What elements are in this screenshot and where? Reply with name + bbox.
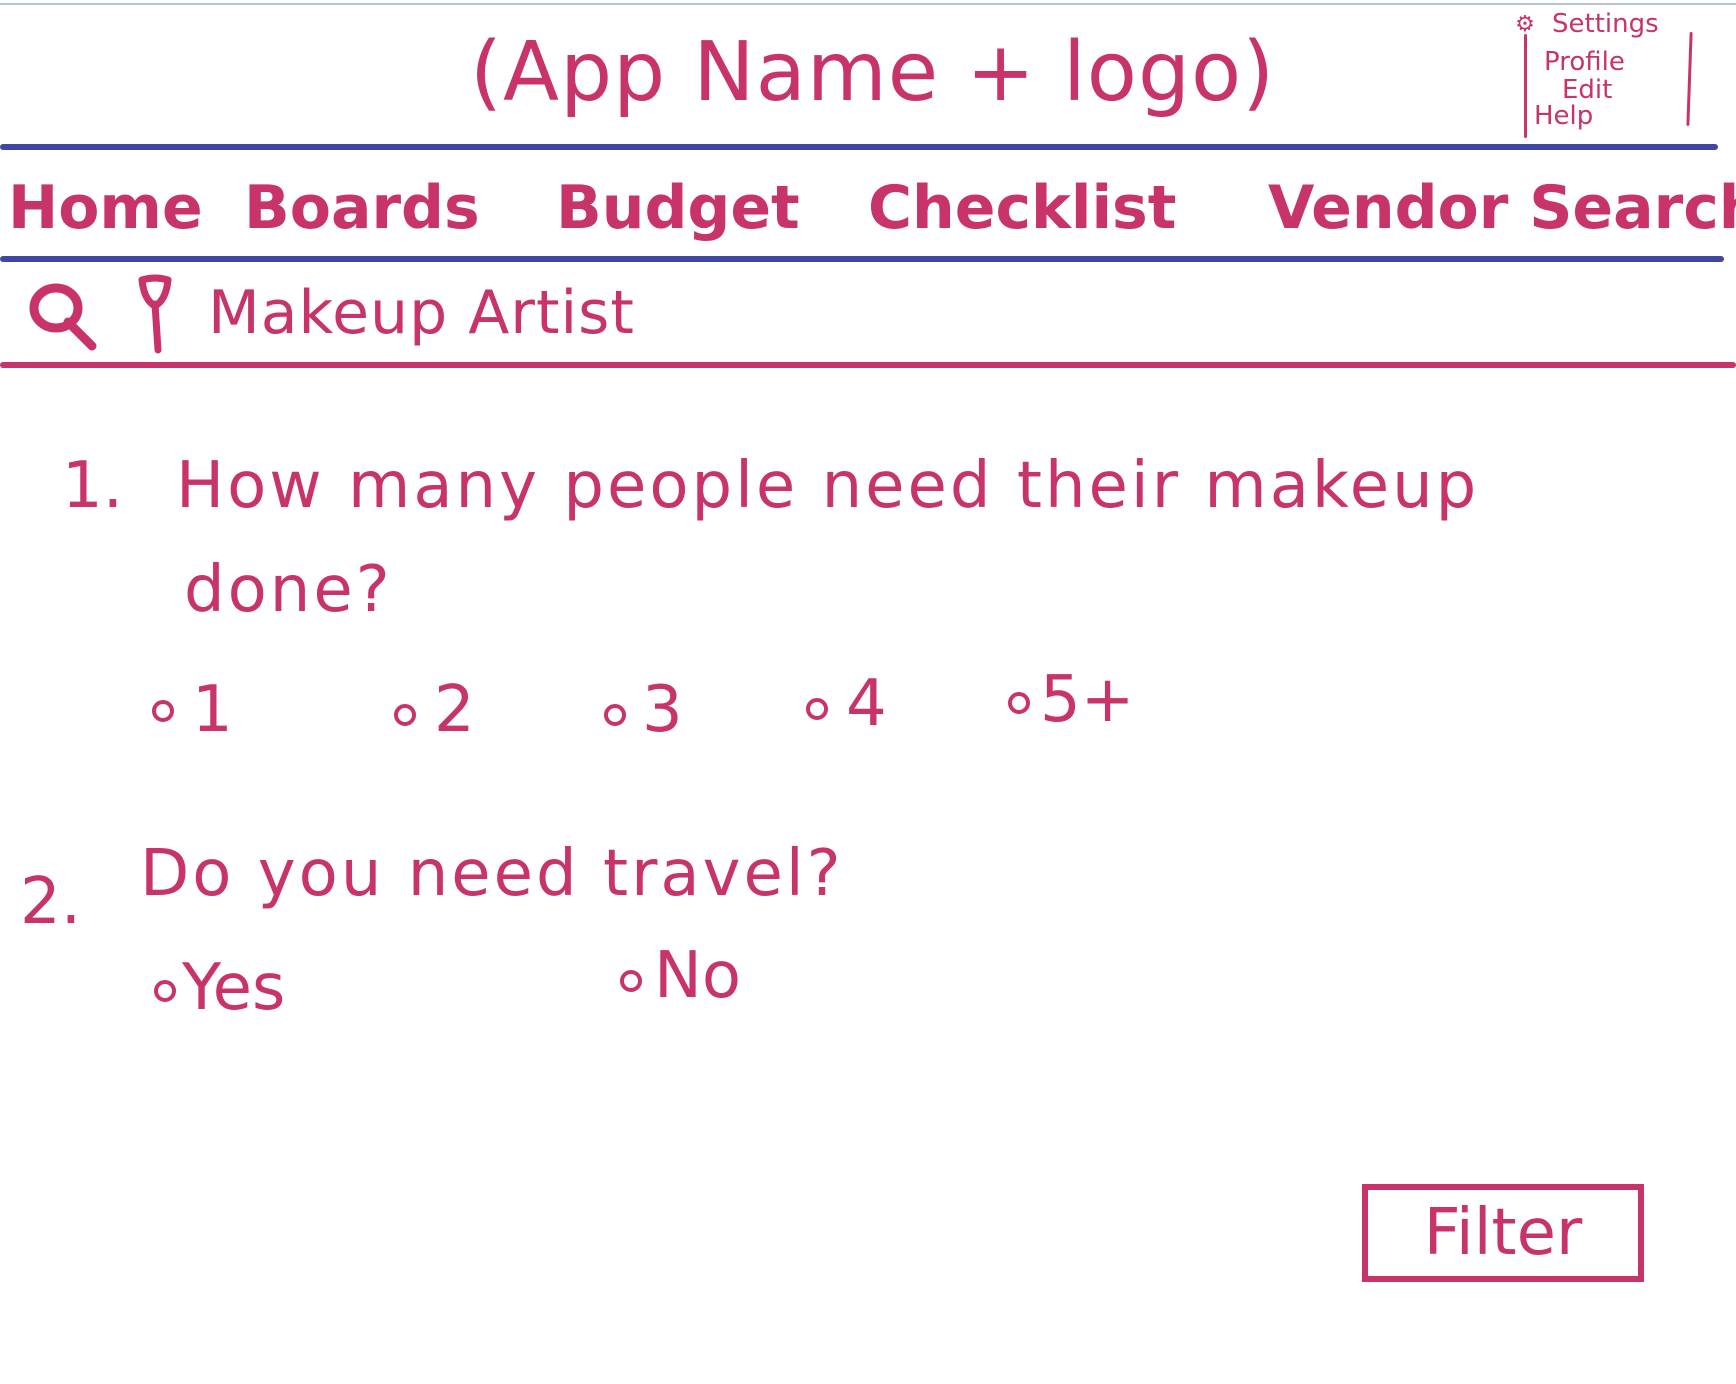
search-input[interactable]	[208, 268, 1108, 358]
gear-icon[interactable]: ⚙	[1514, 14, 1536, 36]
radio-button[interactable]	[604, 704, 626, 726]
location-pin-icon[interactable]	[136, 274, 174, 354]
option-label: No	[654, 939, 742, 1013]
option-no[interactable]: No	[620, 936, 800, 1016]
option-label: 2	[434, 673, 475, 747]
header-divider	[0, 144, 1718, 150]
nav-item-budget[interactable]: Budget	[556, 168, 800, 248]
search-bar	[0, 262, 1736, 362]
radio-button[interactable]	[394, 704, 416, 726]
option-5-plus[interactable]: 5+	[1008, 660, 1148, 740]
radio-button[interactable]	[1008, 692, 1030, 714]
question-number: 2.	[20, 865, 82, 939]
radio-button[interactable]	[152, 700, 174, 722]
question-text: How many people need their makeup	[176, 449, 1480, 523]
option-label: 4	[846, 667, 887, 741]
nav-item-checklist[interactable]: Checklist	[868, 168, 1176, 248]
nav-item-home[interactable]: Home	[8, 168, 203, 248]
menu-item-edit[interactable]: Edit	[1562, 76, 1612, 104]
question-text-continued: done?	[184, 553, 393, 627]
option-yes[interactable]: Yes	[154, 948, 344, 1028]
option-label: Yes	[182, 951, 286, 1025]
radio-button[interactable]	[620, 970, 642, 992]
option-2[interactable]: 2	[394, 670, 514, 750]
question-number: 1.	[62, 449, 124, 523]
search-icon[interactable]	[26, 278, 100, 352]
menu-item-profile[interactable]: Profile	[1544, 48, 1625, 76]
search-divider	[0, 362, 1736, 368]
filter-button[interactable]: Filter	[1362, 1184, 1644, 1282]
option-3[interactable]: 3	[604, 670, 724, 750]
menu-bracket-right	[1686, 31, 1693, 127]
nav-item-vendor-search[interactable]: Vendor Search	[1268, 168, 1736, 248]
radio-button[interactable]	[806, 698, 828, 720]
nav-item-boards[interactable]: Boards	[244, 168, 480, 248]
top-border	[0, 3, 1736, 5]
option-label: 5+	[1040, 663, 1135, 737]
question-text: Do you need travel?	[140, 837, 844, 911]
option-label: 1	[192, 673, 233, 747]
settings-menu[interactable]: ⚙ Settings Profile Edit Help	[1510, 8, 1706, 138]
option-1[interactable]: 1	[152, 670, 272, 750]
menu-item-help[interactable]: Help	[1534, 102, 1593, 130]
menu-item-settings[interactable]: Settings	[1552, 10, 1659, 38]
app-title: (App Name + logo)	[470, 25, 1276, 120]
menu-bracket	[1524, 34, 1527, 138]
radio-button[interactable]	[154, 980, 176, 1002]
option-label: 3	[642, 673, 683, 747]
option-4[interactable]: 4	[806, 664, 926, 744]
